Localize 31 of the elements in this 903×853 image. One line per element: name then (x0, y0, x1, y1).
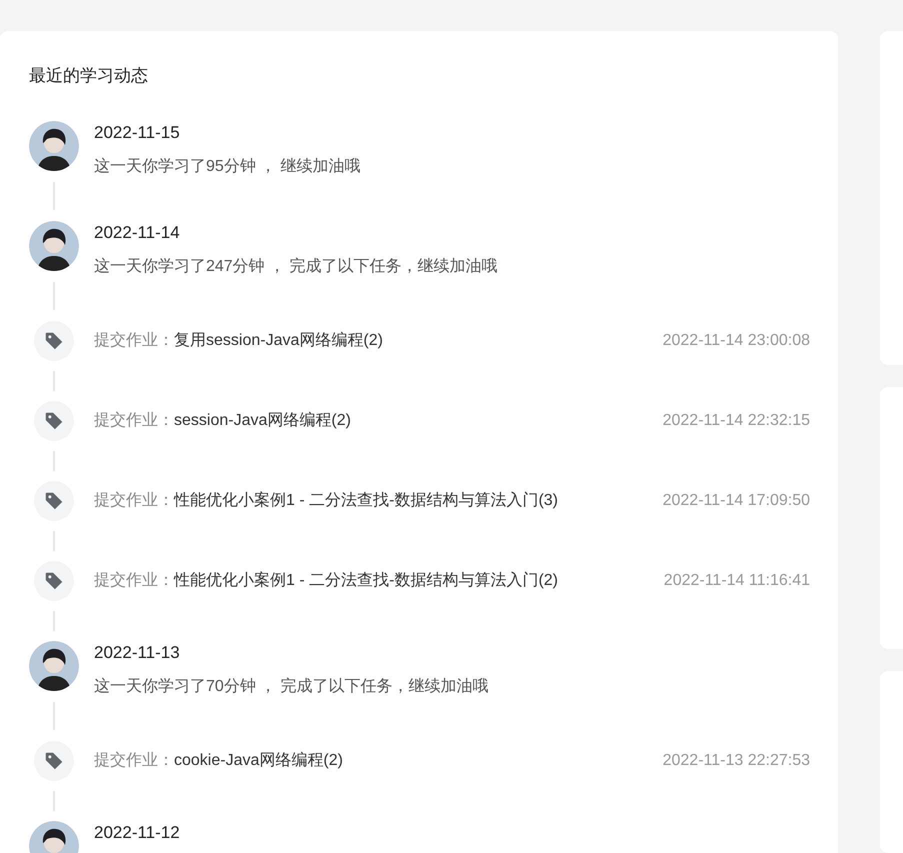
task-name: 性能优化小案例1 - 二分法查找-数据结构与算法入门(3) (174, 490, 558, 511)
timestamp: 2022-11-14 11:16:41 (664, 571, 810, 591)
timestamp: 2022-11-13 22:27:53 (662, 751, 810, 771)
task-name: cookie-Java网络编程(2) (174, 750, 343, 771)
summary-text: 这一天你学习了70分钟 ， 完成了以下任务，继续加油哦 (94, 676, 489, 697)
task-name: 性能优化小案例1 - 二分法查找-数据结构与算法入门(2) (174, 570, 558, 591)
section-title: 最近的学习动态 (29, 65, 149, 87)
tag-icon (34, 481, 74, 521)
date-text: 2022-11-15 (94, 122, 181, 144)
task-label: 提交作业： (94, 490, 174, 511)
summary-text: 这一天你学习了95分钟 ， 继续加油哦 (94, 156, 361, 177)
tag-icon (34, 321, 74, 361)
date-text: 2022-11-13 (94, 642, 181, 664)
avatar (29, 121, 79, 171)
task-name: session-Java网络编程(2) (174, 410, 351, 431)
date-text: 2022-11-12 (94, 822, 180, 844)
task-label: 提交作业： (94, 410, 174, 431)
avatar (29, 221, 79, 271)
avatar (29, 641, 79, 691)
tag-icon (34, 741, 74, 781)
task-name: 复用session-Java网络编程(2) (174, 330, 383, 351)
timestamp: 2022-11-14 17:09:50 (662, 491, 810, 511)
timestamp: 2022-11-14 22:32:15 (662, 411, 810, 431)
date-text: 2022-11-14 (94, 222, 181, 244)
task-label: 提交作业： (94, 570, 174, 591)
task-label: 提交作业： (94, 750, 174, 771)
tag-icon (34, 561, 74, 601)
tag-icon (34, 401, 74, 441)
task-label: 提交作业： (94, 330, 174, 351)
summary-text: 这一天你学习了247分钟 ， 完成了以下任务，继续加油哦 (94, 256, 498, 277)
timestamp: 2022-11-14 23:00:08 (662, 331, 810, 351)
